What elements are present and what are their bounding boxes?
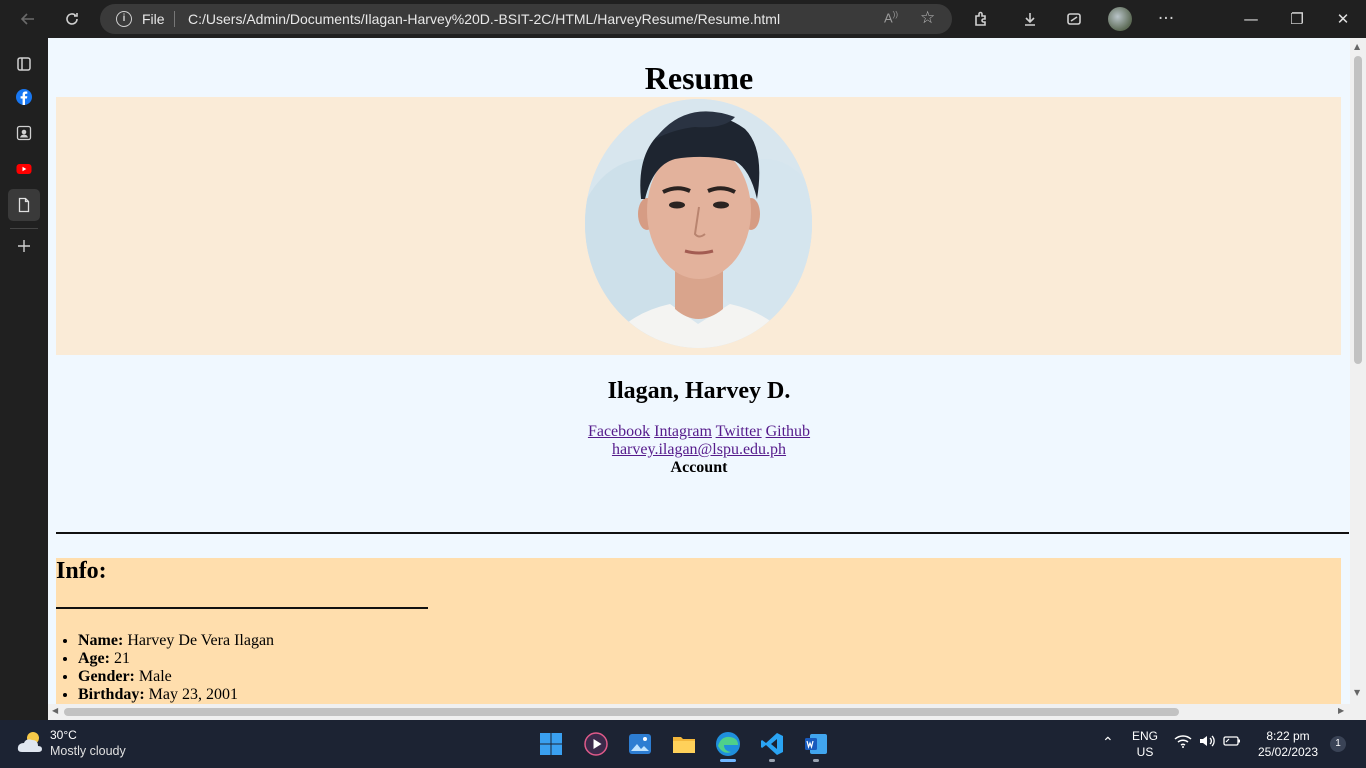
- address-bar[interactable]: i File C:/Users/Admin/Documents/Ilagan-H…: [100, 4, 952, 34]
- site-info-icon[interactable]: i: [116, 11, 132, 27]
- list-item: Age: 21: [78, 650, 274, 668]
- collections-icon[interactable]: [1060, 5, 1088, 33]
- address-separator: [174, 11, 175, 27]
- info-value: Harvey De Vera Ilagan: [127, 632, 275, 649]
- weather-cloudy-icon[interactable]: [16, 730, 44, 754]
- info-value: May 23, 2001: [148, 686, 238, 703]
- page-title: Resume: [644, 60, 754, 96]
- vertical-scroll-thumb[interactable]: [1354, 56, 1362, 364]
- browser-toolbar: i File C:/Users/Admin/Documents/Ilagan-H…: [0, 0, 1366, 38]
- info-section: Info: Name: Harvey De Vera Ilagan Age: 2…: [56, 558, 1341, 704]
- address-url[interactable]: C:/Users/Admin/Documents/Ilagan-Harvey%2…: [188, 11, 780, 27]
- github-link[interactable]: Github: [766, 423, 810, 440]
- media-player-app[interactable]: [578, 726, 614, 762]
- edge-icon: [716, 732, 740, 756]
- info-divider: [56, 607, 428, 609]
- email-link[interactable]: harvey.ilagan@lspu.edu.ph: [612, 441, 786, 458]
- extensions-icon[interactable]: [967, 5, 995, 33]
- active-app-indicator: [720, 759, 736, 762]
- info-label: Gender:: [78, 668, 135, 685]
- weather-description[interactable]: Mostly cloudy: [50, 744, 126, 758]
- windows-icon: [540, 733, 562, 755]
- close-icon[interactable]: ✕: [1332, 8, 1354, 30]
- profile-photo-section: [56, 97, 1341, 355]
- battery-icon[interactable]: [1223, 735, 1241, 751]
- show-hidden-icons-icon[interactable]: ⌃: [1102, 734, 1114, 750]
- scroll-up-icon[interactable]: ▲: [1354, 42, 1360, 51]
- keyboard-layout: US: [1136, 745, 1154, 759]
- page-viewport: Resume Ilagan, Harvey D. Facebook Intagr…: [48, 38, 1350, 704]
- start-button[interactable]: [533, 726, 569, 762]
- social-links: Facebook Intagram Twitter Github harvey.…: [48, 423, 1350, 477]
- profile-photo: [585, 99, 812, 348]
- downloads-icon[interactable]: [1016, 5, 1044, 33]
- info-value: 21: [113, 650, 130, 667]
- more-options-icon[interactable]: ···: [1152, 5, 1180, 33]
- info-label: Name:: [78, 632, 124, 649]
- taskbar: 30°C Mostly cloudy ⌃ ENG US 8:22 pm 25/0…: [0, 720, 1366, 768]
- contact-tab-icon[interactable]: [8, 117, 40, 149]
- open-app-indicator: [769, 759, 775, 762]
- wifi-icon[interactable]: [1174, 734, 1192, 752]
- language-code: ENG: [1132, 729, 1159, 743]
- facebook-tab-icon[interactable]: [8, 81, 40, 113]
- folder-icon: [673, 737, 695, 753]
- info-label: Birthday:: [78, 686, 145, 703]
- volume-icon[interactable]: [1199, 734, 1217, 752]
- horizontal-scrollbar[interactable]: ◀ ▶: [48, 704, 1350, 720]
- play-icon: [584, 732, 608, 756]
- vscode-app[interactable]: [754, 726, 790, 762]
- list-item: Birthday: May 23, 2001: [78, 686, 274, 704]
- tab-actions-icon[interactable]: [8, 48, 40, 80]
- youtube-tab-icon[interactable]: [8, 153, 40, 185]
- person-name: Ilagan, Harvey D.: [607, 378, 791, 404]
- word-icon: [805, 734, 827, 754]
- language-indicator[interactable]: ENG US: [1132, 728, 1158, 760]
- info-list: Name: Harvey De Vera Ilagan Age: 21 Gend…: [78, 632, 274, 704]
- notification-badge[interactable]: 1: [1330, 736, 1346, 752]
- address-scheme: File: [142, 11, 165, 27]
- clock[interactable]: 8:22 pm 25/02/2023: [1252, 728, 1324, 760]
- clock-time: 8:22 pm: [1266, 729, 1310, 743]
- add-favorite-icon[interactable]: ☆: [920, 8, 935, 28]
- vertical-scrollbar[interactable]: ▲ ▼: [1350, 38, 1366, 704]
- list-item: Gender: Male: [78, 668, 274, 686]
- photos-app[interactable]: [622, 726, 658, 762]
- horizontal-scroll-thumb[interactable]: [64, 708, 1179, 716]
- minimize-icon[interactable]: —: [1240, 8, 1262, 30]
- file-explorer-app[interactable]: [666, 726, 702, 762]
- read-aloud-icon[interactable]: A)): [884, 10, 898, 25]
- photos-icon: [629, 734, 651, 754]
- instagram-link[interactable]: Intagram: [654, 423, 712, 440]
- new-tab-icon[interactable]: [8, 230, 40, 262]
- info-label: Age:: [78, 650, 110, 667]
- edge-app[interactable]: [710, 726, 746, 762]
- scroll-down-icon[interactable]: ▼: [1354, 688, 1360, 697]
- back-icon[interactable]: [14, 5, 42, 33]
- twitter-link[interactable]: Twitter: [716, 423, 762, 440]
- scroll-left-icon[interactable]: ◀: [52, 706, 58, 715]
- info-value: Male: [138, 668, 172, 685]
- list-item: Name: Harvey De Vera Ilagan: [78, 632, 274, 650]
- vscode-icon: [761, 733, 783, 755]
- restore-icon[interactable]: ❐: [1286, 8, 1308, 30]
- open-app-indicator: [813, 759, 819, 762]
- scrollbar-corner: [1350, 704, 1366, 720]
- section-divider: [56, 532, 1349, 534]
- clock-date: 25/02/2023: [1257, 745, 1319, 759]
- facebook-link[interactable]: Facebook: [588, 423, 650, 440]
- document-tab-icon[interactable]: [8, 189, 40, 221]
- scroll-right-icon[interactable]: ▶: [1338, 706, 1344, 715]
- sidebar-divider: [10, 228, 38, 229]
- refresh-icon[interactable]: [58, 5, 86, 33]
- weather-temperature[interactable]: 30°C: [50, 728, 77, 742]
- info-heading: Info:: [56, 558, 107, 584]
- profile-avatar[interactable]: [1108, 7, 1132, 31]
- word-app[interactable]: [798, 726, 834, 762]
- account-label: Account: [670, 459, 728, 476]
- vertical-tabs-sidebar: [0, 38, 48, 720]
